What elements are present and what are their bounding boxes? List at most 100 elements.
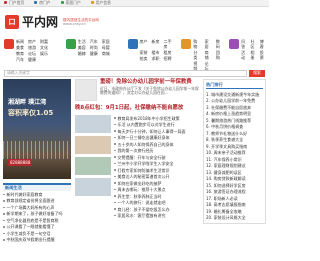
ranking-item-label: 4. 新房价格上涨趋势明显: [206, 111, 252, 117]
nav-link[interactable]: 娱乐: [40, 51, 48, 56]
nav-link[interactable]: 拍卖: [140, 56, 148, 61]
nav-link[interactable]: 活动: [241, 50, 246, 60]
bullet-icon: [114, 123, 116, 126]
nav-link[interactable]: 母婴: [102, 45, 110, 50]
nav-link[interactable]: 团购: [216, 50, 223, 60]
bullet-icon: [3, 213, 5, 215]
nav-link[interactable]: 商城: [102, 51, 110, 56]
nav-link[interactable]: 数码: [216, 39, 223, 49]
nav-link[interactable]: 分类: [193, 50, 200, 60]
headline-thumbnail[interactable]: [75, 79, 97, 101]
nav-category-icon: [4, 39, 14, 49]
search-input[interactable]: 请输入关键字: [4, 69, 247, 77]
nav-link[interactable]: 问答: [241, 39, 246, 49]
nav-category-icon: [229, 39, 240, 49]
thumbnail-image[interactable]: [75, 177, 111, 196]
news-list-item-label: 教育部规定省份将全面跟进: [6, 198, 55, 204]
top-link-house[interactable]: 房门户: [34, 0, 51, 6]
bullet-icon: [114, 175, 116, 178]
ranking-item[interactable]: 2. 公办幼儿园学前一年免费: [206, 98, 263, 105]
headline-desc: 近日，市政府办公厅下发《关于免除公办幼儿园学前一年保教费的通知》，决定对公办幼儿…: [100, 85, 199, 96]
house-icon: [34, 1, 38, 5]
search-bar: 请输入关键字 搜索: [4, 69, 265, 77]
search-button[interactable]: 搜索: [249, 69, 265, 77]
nav-link[interactable]: 健康: [28, 57, 36, 62]
top-link-home[interactable]: 家居门户: [60, 0, 81, 6]
bullet-icon: [3, 200, 5, 202]
middle-list-area: 教育局发布2018年中小学招生政策 乐活 从内置跑步可以对学生进行 每天步行十分钟，…: [75, 114, 199, 219]
banner-ad[interactable]: 湘湖畔 璞江湾 容积率仅1.05 82888888: [3, 79, 71, 179]
nav-link[interactable]: 教育: [16, 51, 24, 56]
article-list-item-label: 交警提醒：开车与安全行驶: [117, 154, 166, 160]
nav-link[interactable]: 博客: [260, 39, 265, 49]
sofa-icon: [60, 1, 64, 5]
article-list-item[interactable]: 家居风水：客厅摆放有讲究: [114, 212, 199, 219]
top-link-user[interactable]: 用户信息: [90, 0, 111, 6]
logo[interactable]: 口 平内网 楼内居然生活的平台网 www.cnsy.cn: [5, 15, 99, 30]
nav-link[interactable]: 论坛: [28, 51, 36, 56]
nav-link[interactable]: 汽车: [90, 39, 98, 44]
nav-link[interactable]: 求职: [152, 56, 160, 61]
nav-link[interactable]: 财富: [40, 39, 48, 44]
nav-links: 房产 新房 二手房家装 楼市 租房拍卖 求职 招聘: [140, 39, 176, 61]
thumbnail-image[interactable]: [75, 135, 111, 154]
bullet-icon: [114, 136, 116, 139]
nav-block: 生活 汽车 家居美容 时尚 母婴婚嫁 健康 商城: [64, 37, 124, 67]
nav-link[interactable]: 商铺: [205, 50, 212, 60]
news-list-item[interactable]: 新学期来了，孩子做好准备了吗: [3, 211, 71, 218]
news-list-item[interactable]: 中秋国庆双节假期出行提醒: [3, 237, 71, 244]
nav-link[interactable]: 房产: [28, 39, 36, 44]
ranking-item-label: 12. 家庭理财规划建议: [206, 163, 246, 169]
article-list-item-label: 打假专家如何防骗术生活常识: [117, 167, 170, 173]
middle-list: 教育局发布2018年中小学招生政策 乐活 从内置跑步可以对学生进行 每天步行十分钟，…: [114, 115, 199, 219]
bullet-icon: [114, 156, 116, 158]
nav-link[interactable]: 新房: [152, 39, 160, 49]
article-list-item-label: 周末去哪玩：推荐十大景点: [117, 187, 166, 192]
nav-link[interactable]: 文化: [40, 45, 48, 50]
nav-link[interactable]: 健康: [90, 51, 98, 56]
nav-link[interactable]: 新闻: [16, 39, 24, 44]
nav-link[interactable]: 家装: [140, 50, 148, 55]
ranking-item[interactable]: 20. 家装设计风格大全: [206, 215, 263, 222]
nav-link[interactable]: 投票: [260, 50, 265, 60]
article-list-item-label: 教育局发布2018年中小学招生政策: [117, 115, 180, 121]
news-list-item-label: 公开课看了一眼就能看懂了: [6, 224, 55, 230]
nav-link[interactable]: 房产: [140, 39, 148, 49]
nav-link[interactable]: 购物: [193, 39, 200, 49]
article-list-item-label: 我的第一次旅行经历: [117, 148, 154, 153]
nav-link[interactable]: 楼市: [152, 50, 160, 55]
ranking-item-label: 7. 教师节礼物送什么好: [206, 130, 248, 136]
nav-link[interactable]: 二手房: [164, 39, 176, 49]
thumbnail-image[interactable]: [75, 114, 111, 133]
ranking-item[interactable]: 1. 城市建设交通新规今年实施: [206, 91, 263, 98]
nav-link[interactable]: 旅游: [28, 45, 36, 50]
nav-link[interactable]: 租房: [164, 50, 176, 55]
nav-links: 生活 汽车 家居美容 时尚 母婴婚嫁 健康 商城: [78, 39, 110, 56]
ranking-item-label: 1. 城市建设交通新规今年实施: [206, 91, 260, 97]
headline-title[interactable]: 重磅！免除公办幼儿园学前一年保教费: [100, 79, 199, 86]
bullet-icon: [114, 214, 116, 217]
nav-link[interactable]: 社区: [250, 39, 255, 49]
nav-link[interactable]: 家居: [102, 39, 110, 44]
top-link-portal[interactable]: 门户首页: [4, 0, 24, 6]
nav-link[interactable]: 招聘: [164, 56, 176, 61]
thumbnail-image[interactable]: [75, 156, 111, 175]
ranking-item-label: 14. 购房贷款新政解读: [206, 176, 246, 182]
nav-link[interactable]: 相册: [250, 50, 255, 60]
nav-link[interactable]: 家居: [205, 39, 212, 49]
nav-link[interactable]: 时尚: [90, 45, 98, 50]
nav-link[interactable]: 美容: [78, 45, 86, 50]
headline-secondary[interactable]: 晚8点红包：9月1日起，社保缴纳不能自愿放: [75, 105, 199, 112]
nav-link[interactable]: 美食: [16, 45, 24, 50]
nav-link[interactable]: 汽车: [16, 57, 24, 62]
ranking-item-label: 16. 旅游签证办理流程: [206, 189, 246, 195]
bullet-icon: [3, 239, 5, 241]
user-icon: [90, 1, 94, 5]
article-list-item-label: 美食达人的秘密菜谱首次公开: [117, 174, 170, 179]
nav-link[interactable]: 生活: [78, 39, 86, 44]
home-icon: [4, 1, 7, 5]
bullet-icon: [114, 143, 116, 145]
nav-block: 新闻 房产 财富美食 旅游 文化教育 论坛 娱乐汽车 健康: [2, 37, 62, 67]
ranking-title: 热门排行: [206, 82, 263, 89]
nav-link[interactable]: 婚嫁: [78, 51, 86, 56]
